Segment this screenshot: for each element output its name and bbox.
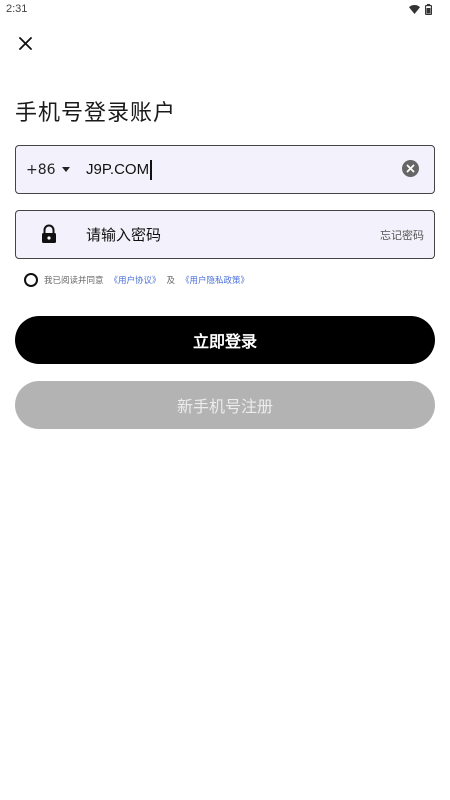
status-bar: 2:31 <box>0 0 450 20</box>
country-code-selector[interactable]: +86 <box>26 146 70 193</box>
agreement-checkbox[interactable] <box>24 273 38 287</box>
text-caret <box>150 159 153 180</box>
phone-input-value: J9P.COM <box>86 161 150 178</box>
forgot-password-link[interactable]: 忘记密码 <box>380 211 424 258</box>
close-icon <box>18 36 32 50</box>
register-button[interactable]: 新手机号注册 <box>15 381 435 429</box>
status-time: 2:31 <box>6 3 28 15</box>
user-agreement-link[interactable]: 《用户协议》 <box>110 274 161 286</box>
battery-icon <box>425 4 432 15</box>
password-placeholder: 请输入密码 <box>86 226 162 244</box>
password-field[interactable]: 请输入密码 忘记密码 <box>15 210 435 259</box>
dropdown-arrow-icon <box>61 167 70 172</box>
wifi-icon <box>409 5 420 14</box>
agreement-prefix: 我已阅读并同意 <box>44 276 104 286</box>
page-title: 手机号登录账户 <box>15 101 177 126</box>
clear-button[interactable] <box>402 160 422 180</box>
password-input[interactable]: 请输入密码 <box>86 211 346 258</box>
phone-input[interactable]: J9P.COM <box>86 146 386 193</box>
clear-icon <box>402 160 419 177</box>
country-code-label: +86 <box>26 161 56 178</box>
agreement-row: 我已阅读并同意 《用户协议》 及 《用户隐私政策》 <box>24 272 249 288</box>
phone-field[interactable]: +86 J9P.COM <box>15 145 435 194</box>
privacy-policy-link[interactable]: 《用户隐私政策》 <box>181 274 249 286</box>
login-screen: 2:31 手机号登录账户 +86 J9P.COM 请输入密码 忘记密码 我已阅读… <box>0 0 450 800</box>
agreement-and: 及 <box>166 276 176 286</box>
login-button[interactable]: 立即登录 <box>15 316 435 364</box>
lock-icon <box>42 224 56 243</box>
close-button[interactable] <box>14 32 36 54</box>
status-icons <box>409 4 432 15</box>
